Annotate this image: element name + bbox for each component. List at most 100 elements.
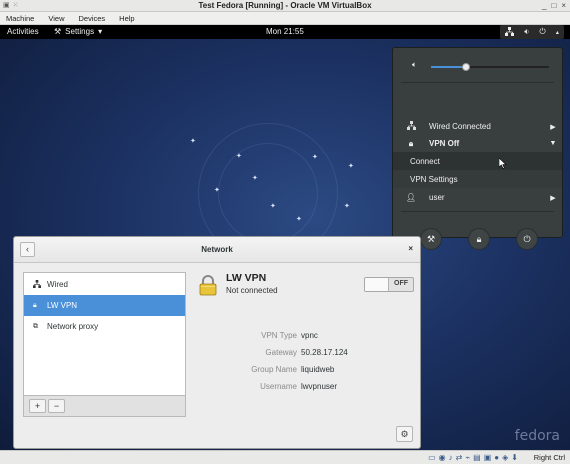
- wired-connection-label: Wired Connected: [429, 122, 491, 131]
- menu-separator: [401, 82, 554, 83]
- chevron-down-icon: ▾: [98, 27, 103, 36]
- volume-icon: 🔉︎: [524, 27, 530, 36]
- vpn-connect-label: Connect: [410, 156, 440, 166]
- vpn-padlock-icon: [199, 275, 217, 296]
- app-menu-button[interactable]: ⚒ Settings ▾: [54, 27, 102, 36]
- vbox-menubar: Machine View Devices Help: [0, 12, 570, 25]
- vpn-item[interactable]: 🔒︎ VPN Off ▼: [393, 135, 562, 152]
- network-adapter-icon[interactable]: ⇄: [456, 453, 463, 462]
- volume-row: 🔈︎: [393, 58, 562, 74]
- host-key-arrow-icon: ⬇: [511, 453, 518, 462]
- chevron-down-icon: ▼: [549, 140, 557, 147]
- wallpaper-star: ✦: [214, 187, 220, 194]
- hard-disk-icon[interactable]: ▭: [428, 453, 436, 462]
- recording-icon[interactable]: ●: [494, 453, 499, 462]
- activities-button[interactable]: Activities: [7, 27, 39, 36]
- power-icon: ⏻: [523, 233, 531, 244]
- fedora-watermark: fedora: [514, 428, 560, 444]
- lock-button[interactable]: 🔒︎: [468, 228, 490, 250]
- remove-connection-button[interactable]: −: [48, 399, 65, 413]
- wallpaper-star: ✦: [270, 203, 276, 210]
- tools-icon: ⚒: [426, 233, 436, 244]
- vpn-name: LW VPN: [226, 272, 267, 284]
- chevron-right-icon: ▶: [550, 194, 556, 202]
- list-item-label: Wired: [47, 280, 68, 289]
- vbox-statusbar: ▭ ◉ ♪ ⇄ ⌁ ▤ ▣ ● ◈ ⬇ Right Ctrl: [0, 450, 570, 464]
- host-key-label: Right Ctrl: [533, 453, 565, 462]
- system-menu: 🔈︎ Wired Connected ▶ 🔒︎ VPN Off ▼ Connec…: [392, 47, 563, 250]
- wallpaper-star: ✦: [312, 154, 318, 161]
- vpn-settings-item[interactable]: VPN Settings: [393, 170, 562, 188]
- proxy-icon: ⧉: [33, 322, 38, 330]
- vpn-type-label: VPN Type: [261, 331, 297, 340]
- volume-slider-handle[interactable]: [462, 63, 471, 71]
- vpn-lock-icon: 🔒︎: [33, 301, 37, 309]
- gateway-value: 50.28.17.124: [301, 348, 348, 357]
- list-item-lw-vpn[interactable]: 🔒︎ LW VPN: [24, 295, 185, 316]
- vpn-lock-icon: 🔒︎: [408, 138, 414, 148]
- app-menu-label: Settings: [65, 27, 95, 36]
- chevron-right-icon: ▶: [550, 123, 556, 131]
- user-item[interactable]: 👤︎ user ▶: [393, 189, 562, 206]
- close-dialog-button[interactable]: ×: [408, 244, 413, 253]
- dialog-header: ‹ Network ×: [14, 237, 420, 263]
- status-area-button[interactable]: 🔉︎ ⏻ ▴: [500, 25, 564, 39]
- wallpaper-star: ✦: [344, 203, 350, 210]
- username-label: Username: [260, 382, 297, 391]
- list-toolbar: + −: [23, 396, 186, 417]
- group-name-label: Group Name: [251, 365, 297, 374]
- wallpaper-star: ✦: [296, 216, 302, 223]
- list-item-wired[interactable]: Wired: [24, 274, 185, 295]
- vpn-settings-gear-button[interactable]: ⚙: [396, 426, 413, 442]
- menu-help[interactable]: Help: [119, 14, 134, 23]
- volume-low-icon: 🔈︎: [412, 60, 417, 69]
- clock[interactable]: Mon 21:55: [266, 27, 304, 36]
- connection-list: Wired 🔒︎ LW VPN ⧉ Network proxy: [23, 272, 186, 396]
- network-wired-icon: [393, 121, 429, 132]
- power-off-button[interactable]: ⏻: [516, 228, 538, 250]
- username-value: lwvpnuser: [301, 382, 338, 391]
- network-wired-icon: [33, 279, 47, 290]
- shared-folders-icon[interactable]: ▤: [473, 453, 481, 462]
- menu-machine[interactable]: Machine: [6, 14, 34, 23]
- vpn-settings-label: VPN Settings: [410, 174, 458, 184]
- usb-icon[interactable]: ⌁: [465, 453, 470, 462]
- toggle-state-label: OFF: [394, 280, 408, 287]
- audio-icon[interactable]: ♪: [449, 453, 453, 462]
- lock-icon: 🔒︎: [476, 233, 482, 244]
- vbox-titlebar: ▣ ⁙ Test Fedora [Running] - Oracle VM Vi…: [0, 0, 570, 12]
- add-connection-button[interactable]: +: [29, 399, 46, 413]
- wallpaper-star: ✦: [348, 163, 354, 170]
- dialog-title: Network: [201, 245, 233, 254]
- vpn-toggle-switch[interactable]: OFF: [364, 277, 414, 292]
- mouse-integration-icon[interactable]: ◈: [502, 453, 508, 462]
- network-dialog: ‹ Network × Wired 🔒︎ LW VPN ⧉ Network pr…: [13, 236, 421, 449]
- gateway-label: Gateway: [265, 348, 297, 357]
- vpn-connect-item[interactable]: Connect: [393, 152, 562, 170]
- menu-view[interactable]: View: [48, 14, 64, 23]
- gnome-topbar: Activities ⚒ Settings ▾ Mon 21:55 🔉︎ ⏻ ▴: [0, 25, 570, 39]
- vpn-label: VPN Off: [429, 139, 460, 148]
- settings-button[interactable]: ⚒: [420, 228, 442, 250]
- settings-tools-icon: ⚒: [54, 27, 62, 36]
- volume-slider[interactable]: [431, 63, 549, 71]
- list-item-label: Network proxy: [47, 322, 99, 331]
- list-item-network-proxy[interactable]: ⧉ Network proxy: [24, 316, 185, 337]
- group-name-value: liquidweb: [301, 365, 335, 374]
- guest-desktop: ✦ ✦ ✦ ✦ ✦ ✦ ✦ ✦ ✦ fedora Activities ⚒ Se…: [0, 25, 570, 450]
- minimize-button[interactable]: _: [542, 1, 546, 10]
- wired-connection-item[interactable]: Wired Connected ▶: [393, 118, 562, 135]
- user-label: user: [429, 193, 445, 202]
- menu-devices[interactable]: Devices: [78, 14, 105, 23]
- toggle-knob: [365, 278, 389, 291]
- close-window-button[interactable]: ×: [561, 1, 566, 10]
- gear-icon: ⚙: [400, 429, 409, 439]
- wallpaper-star: ✦: [252, 175, 258, 182]
- maximize-button[interactable]: □: [551, 1, 556, 10]
- user-icon: 👤︎: [405, 193, 417, 202]
- optical-drive-icon[interactable]: ◉: [439, 453, 446, 462]
- display-icon[interactable]: ▣: [484, 453, 492, 462]
- mouse-pointer-icon: [499, 158, 507, 169]
- chevron-up-icon: ▴: [555, 29, 559, 36]
- vpn-status: Not connected: [226, 286, 278, 295]
